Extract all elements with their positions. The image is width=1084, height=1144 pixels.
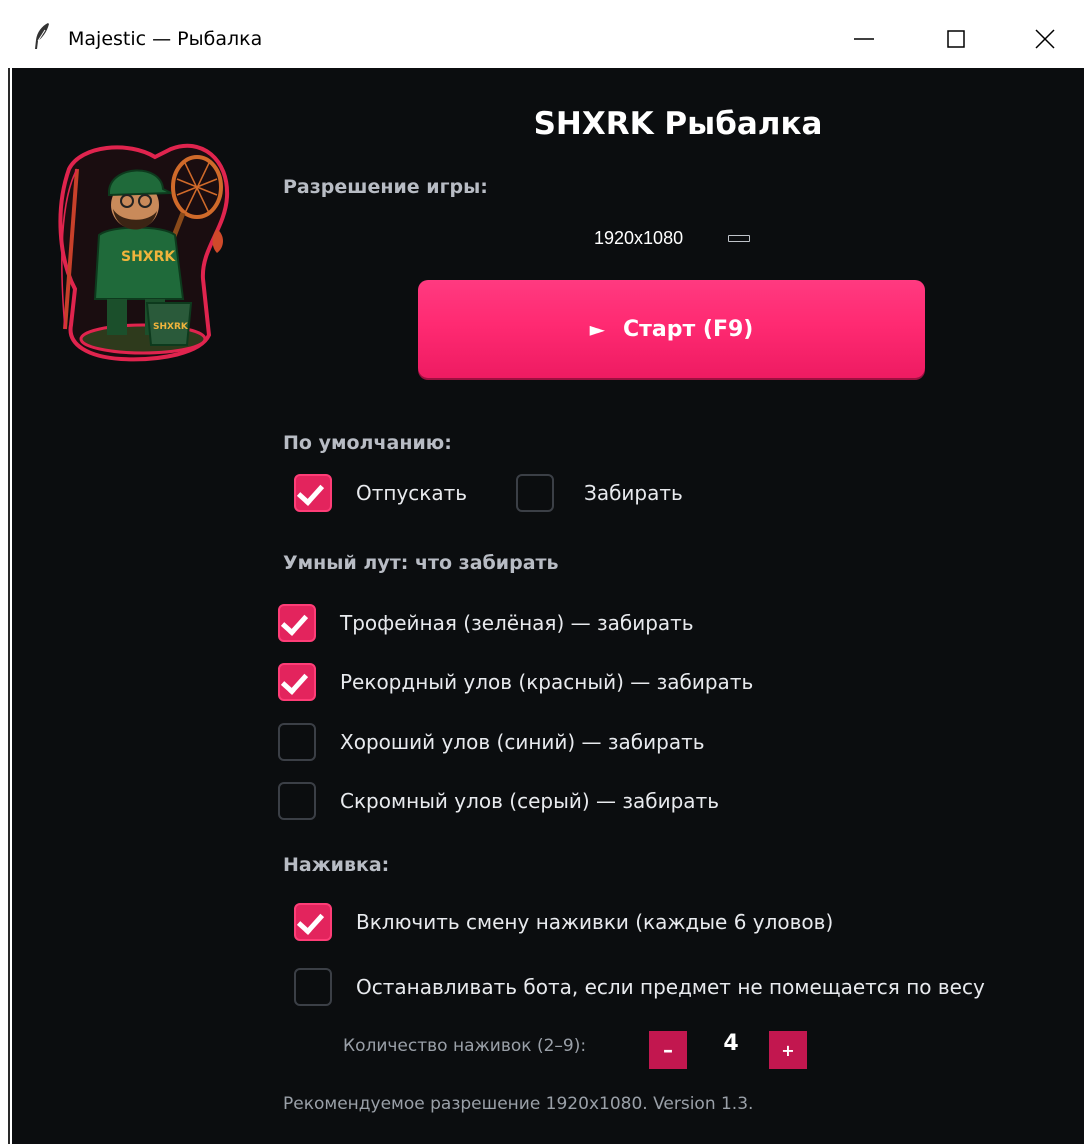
loot-modest-checkbox[interactable] xyxy=(278,782,316,820)
close-button[interactable] xyxy=(1006,0,1084,78)
default-take-option[interactable]: Забирать xyxy=(516,474,683,512)
start-button[interactable]: ► Старт (F9) xyxy=(418,280,925,378)
feather-icon xyxy=(33,22,51,54)
release-checkbox[interactable] xyxy=(294,474,332,512)
close-icon xyxy=(1035,29,1055,49)
take-label: Забирать xyxy=(584,481,683,505)
loot-modest-label: Скромный улов (серый) — забирать xyxy=(340,789,720,813)
minimize-button[interactable] xyxy=(825,0,903,78)
bait-stop-checkbox[interactable] xyxy=(294,968,332,1006)
window-left-edge xyxy=(0,68,12,1144)
loot-modest-option[interactable]: Скромный улов (серый) — забирать xyxy=(278,782,719,820)
resolution-dropdown-icon[interactable] xyxy=(728,235,750,242)
minimize-icon xyxy=(854,38,874,40)
bait-decrement-button[interactable]: – xyxy=(649,1031,687,1069)
release-label: Отпускать xyxy=(356,481,468,505)
resolution-value[interactable]: 1920x1080 xyxy=(594,228,683,249)
loot-trophy-label: Трофейная (зелёная) — забирать xyxy=(340,611,694,635)
loot-trophy-checkbox[interactable] xyxy=(278,604,316,642)
app-title: SHXRK Рыбалка xyxy=(533,106,823,142)
footer-note: Рекомендуемое разрешение 1920x1080. Vers… xyxy=(283,1094,754,1114)
loot-good-checkbox[interactable] xyxy=(278,723,316,761)
default-action-heading: По умолчанию: xyxy=(283,432,452,454)
start-button-label: Старт (F9) xyxy=(623,316,754,342)
bait-count-value: 4 xyxy=(723,1031,739,1056)
fisherman-logo: SHXRK SHXRK xyxy=(51,139,241,369)
loot-record-option[interactable]: Рекордный улов (красный) — забирать xyxy=(278,663,753,701)
take-checkbox[interactable] xyxy=(516,474,554,512)
bait-switch-checkbox[interactable] xyxy=(294,903,332,941)
resolution-heading: Разрешение игры: xyxy=(283,176,488,198)
bait-stop-label: Останавливать бота, если предмет не поме… xyxy=(356,975,985,999)
play-icon: ► xyxy=(589,317,606,341)
main-panel: SHXRK SHXRK SHXRK Рыбалка Разрешение игр… xyxy=(12,68,1084,1144)
bait-stop-option[interactable]: Останавливать бота, если предмет не поме… xyxy=(294,968,985,1006)
bait-count-label: Количество наживок (2–9): xyxy=(343,1036,587,1056)
bait-switch-label: Включить смену наживки (каждые 6 уловов) xyxy=(356,910,834,934)
loot-trophy-option[interactable]: Трофейная (зелёная) — забирать xyxy=(278,604,694,642)
loot-record-checkbox[interactable] xyxy=(278,663,316,701)
title-bar: Majestic — Рыбалка xyxy=(0,0,1084,68)
window-title: Majestic — Рыбалка xyxy=(68,28,263,50)
loot-record-label: Рекордный улов (красный) — забирать xyxy=(340,670,754,694)
loot-good-option[interactable]: Хороший улов (синий) — забирать xyxy=(278,723,705,761)
svg-text:SHXRK: SHXRK xyxy=(121,249,176,265)
maximize-icon xyxy=(947,30,965,48)
maximize-button[interactable] xyxy=(917,0,995,78)
smart-loot-heading: Умный лут: что забирать xyxy=(283,552,559,574)
bait-increment-button[interactable]: + xyxy=(769,1031,807,1069)
loot-good-label: Хороший улов (синий) — забирать xyxy=(340,730,705,754)
bait-switch-option[interactable]: Включить смену наживки (каждые 6 уловов) xyxy=(294,903,833,941)
svg-text:SHXRK: SHXRK xyxy=(153,322,189,332)
bait-heading: Наживка: xyxy=(283,854,390,876)
default-release-option[interactable]: Отпускать xyxy=(294,474,467,512)
